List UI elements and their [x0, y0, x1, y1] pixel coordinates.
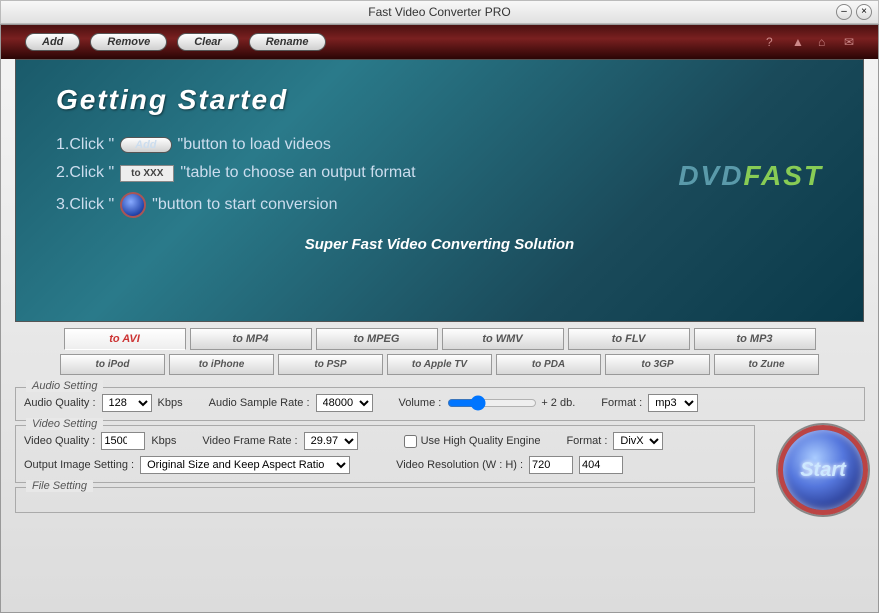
step2-post: "table to choose an output format: [180, 164, 415, 182]
tab-to-wmv[interactable]: to WMV: [442, 328, 564, 350]
tab-to-pda[interactable]: to PDA: [496, 354, 601, 375]
res-height-stepper[interactable]: [579, 456, 623, 474]
frame-rate-select[interactable]: 29.97: [304, 432, 358, 450]
kbps-label: Kbps: [158, 397, 183, 409]
help-icon[interactable]: ?: [766, 35, 780, 49]
tab-to-psp[interactable]: to PSP: [278, 354, 383, 375]
tab-to-iphone[interactable]: to iPhone: [169, 354, 274, 375]
sample-rate-select[interactable]: 48000: [316, 394, 373, 412]
frame-rate-label: Video Frame Rate :: [202, 435, 297, 447]
user-icon[interactable]: ▲: [792, 35, 806, 49]
add-button[interactable]: Add: [25, 33, 80, 51]
volume-value: + 2 db.: [541, 397, 575, 409]
hq-engine-checkbox[interactable]: Use High Quality Engine: [404, 435, 541, 448]
step2-pre: 2.Click ": [56, 164, 114, 182]
tab-to-zune[interactable]: to Zune: [714, 354, 819, 375]
panel-heading: Getting Started: [56, 84, 823, 116]
resolution-label: Video Resolution (W : H) :: [396, 459, 523, 471]
brand-logo: DVDFAST: [678, 160, 823, 192]
step1-add-button: Add: [120, 137, 171, 153]
home-icon[interactable]: ⌂: [818, 35, 832, 49]
minimize-icon[interactable]: –: [836, 4, 852, 20]
res-width-stepper[interactable]: [529, 456, 573, 474]
step3-start-icon: [120, 192, 146, 218]
audio-quality-label: Audio Quality :: [24, 397, 96, 409]
video-format-label: Format :: [566, 435, 607, 447]
audio-quality-select[interactable]: 128: [102, 394, 152, 412]
tab-to-mpeg[interactable]: to MPEG: [316, 328, 438, 350]
audio-format-select[interactable]: mp3: [648, 394, 698, 412]
tab-to-ipod[interactable]: to iPod: [60, 354, 165, 375]
mail-icon[interactable]: ✉: [844, 35, 858, 49]
tab-to-flv[interactable]: to FLV: [568, 328, 690, 350]
tab-to-mp4[interactable]: to MP4: [190, 328, 312, 350]
video-format-select[interactable]: DivX: [613, 432, 663, 450]
output-image-label: Output Image Setting :: [24, 459, 134, 471]
tab-to-3gp[interactable]: to 3GP: [605, 354, 710, 375]
tagline: Super Fast Video Converting Solution: [56, 236, 823, 253]
video-quality-stepper[interactable]: [101, 432, 145, 450]
step1-post: "button to load videos: [178, 136, 331, 154]
video-kbps-label: Kbps: [151, 435, 176, 447]
step3-pre: 3.Click ": [56, 196, 114, 214]
close-icon[interactable]: ×: [856, 4, 872, 20]
video-quality-label: Video Quality :: [24, 435, 95, 447]
volume-label: Volume :: [399, 397, 442, 409]
rename-button[interactable]: Rename: [249, 33, 326, 51]
sample-rate-label: Audio Sample Rate :: [209, 397, 310, 409]
tab-to-mp3[interactable]: to MP3: [694, 328, 816, 350]
volume-slider[interactable]: [447, 395, 537, 411]
clear-button[interactable]: Clear: [177, 33, 239, 51]
window-title: Fast Video Converter PRO: [368, 5, 511, 19]
tab-to-avi[interactable]: to AVI: [64, 328, 186, 350]
audio-format-label: Format :: [601, 397, 642, 409]
start-button[interactable]: Start: [778, 425, 868, 515]
step2-format-button: to XXX: [120, 165, 174, 182]
getting-started-panel: Getting Started 1.Click " Add "button to…: [15, 59, 864, 322]
remove-button[interactable]: Remove: [90, 33, 167, 51]
step1-pre: 1.Click ": [56, 136, 114, 154]
step3-post: "button to start conversion: [152, 196, 337, 214]
video-legend: Video Setting: [26, 418, 103, 430]
output-image-select[interactable]: Original Size and Keep Aspect Ratio: [140, 456, 350, 474]
tab-to-apple-tv[interactable]: to Apple TV: [387, 354, 492, 375]
file-legend: File Setting: [26, 480, 93, 492]
audio-legend: Audio Setting: [26, 380, 103, 392]
